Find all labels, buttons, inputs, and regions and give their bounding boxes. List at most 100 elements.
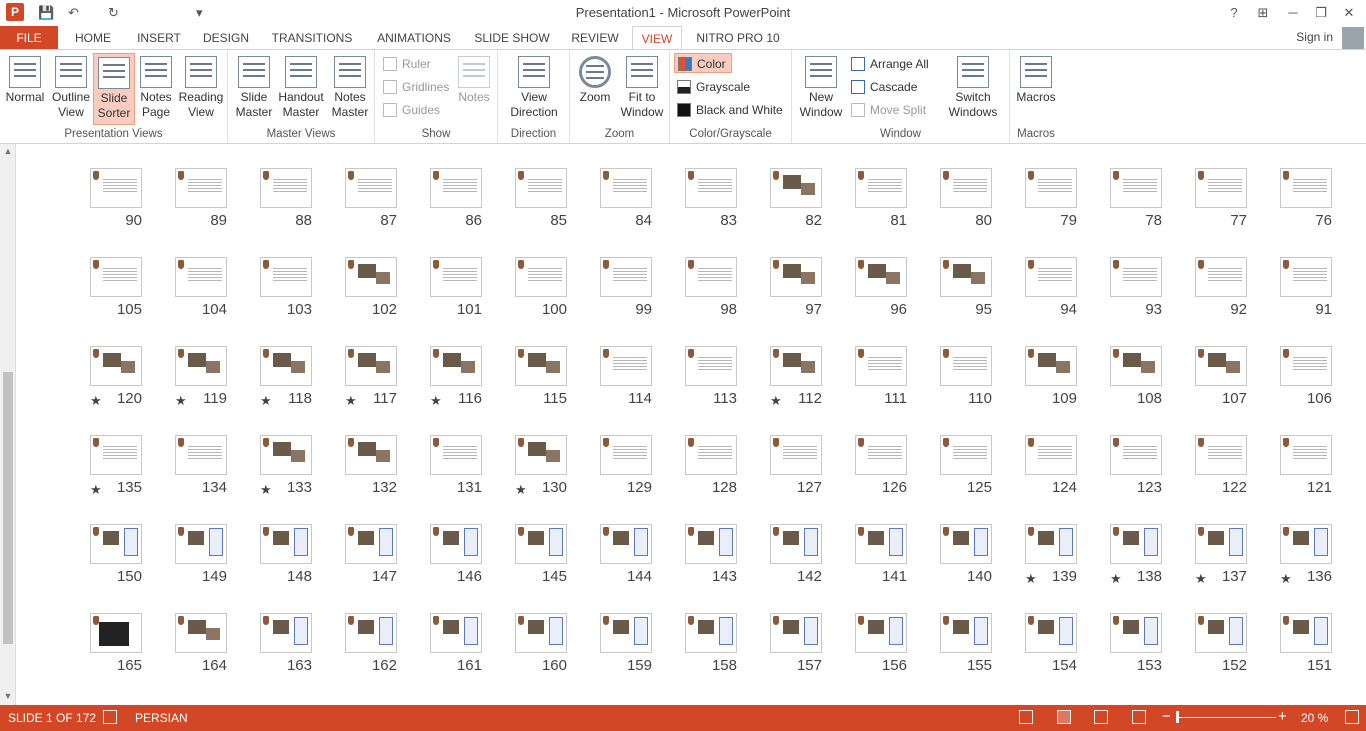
slide-thumbnail[interactable] [940,168,992,208]
slide-thumbnail[interactable] [260,524,312,564]
animation-star-icon[interactable]: ★ [515,482,527,498]
tab-design[interactable]: DESIGN [196,26,256,50]
customize-qat-icon[interactable]: ▾ [196,3,203,23]
slide-thumbnail[interactable] [940,524,992,564]
slide-thumbnail[interactable] [1110,168,1162,208]
slide-thumbnail[interactable] [940,257,992,297]
slide-thumbnail[interactable] [940,435,992,475]
slide-thumbnail[interactable] [1025,613,1077,653]
tab-insert[interactable]: INSERT [132,26,186,50]
sign-in-link[interactable]: Sign in [1296,30,1333,44]
animation-star-icon[interactable]: ★ [1195,571,1207,587]
slide-thumbnail[interactable] [260,613,312,653]
tab-file[interactable]: FILE [0,26,58,50]
tab-nitro[interactable]: NITRO PRO 10 [692,26,784,50]
slide-thumbnail[interactable] [430,168,482,208]
minimize-icon[interactable]: ─ [1280,2,1306,24]
slide-thumbnail[interactable] [1195,435,1247,475]
powerpoint-icon[interactable]: P [6,3,24,21]
fit-to-window-button[interactable]: Fit to Window [618,53,666,123]
slide-thumbnail[interactable] [1110,257,1162,297]
slide-thumbnail[interactable] [90,346,142,386]
slide-show-status-icon[interactable] [1132,710,1146,724]
reading-view-button[interactable]: Reading View [177,53,225,123]
slide-thumbnail[interactable] [1110,613,1162,653]
zoom-button[interactable]: Zoom [574,53,616,123]
slide-thumbnail[interactable] [940,613,992,653]
slide-sorter-status-icon[interactable] [1057,710,1071,724]
slide-thumbnail[interactable] [430,346,482,386]
animation-star-icon[interactable]: ★ [90,393,102,409]
tab-animations[interactable]: ANIMATIONS [368,26,460,50]
slide-thumbnail[interactable] [345,168,397,208]
gridlines-checkbox[interactable]: Gridlines [380,77,449,97]
animation-star-icon[interactable]: ★ [430,393,442,409]
slide-thumbnail[interactable] [345,257,397,297]
save-icon[interactable]: 💾 [38,3,54,23]
scroll-up-icon[interactable]: ▲ [3,146,13,158]
slide-thumbnail[interactable] [1280,346,1332,386]
animation-star-icon[interactable]: ★ [345,393,357,409]
avatar[interactable] [1342,27,1364,49]
animation-star-icon[interactable]: ★ [260,482,272,498]
slide-thumbnail[interactable] [175,257,227,297]
vertical-scrollbar[interactable]: ▲ ▼ [0,144,16,705]
slide-thumbnail[interactable] [685,435,737,475]
slide-thumbnail[interactable] [600,524,652,564]
slide-thumbnail[interactable] [1195,524,1247,564]
slide-thumbnail[interactable] [90,257,142,297]
animation-star-icon[interactable]: ★ [260,393,272,409]
arrange-all-button[interactable]: Arrange All [848,54,929,74]
black-and-white-button[interactable]: Black and White [674,100,783,120]
animation-star-icon[interactable]: ★ [1025,571,1037,587]
cascade-button[interactable]: Cascade [848,77,917,97]
reading-view-status-icon[interactable] [1094,710,1108,724]
macros-button[interactable]: Macros [1014,53,1058,123]
slide-thumbnail[interactable] [430,435,482,475]
slide-thumbnail[interactable] [770,346,822,386]
animation-star-icon[interactable]: ★ [1110,571,1122,587]
notes-button[interactable]: Notes [455,53,493,123]
notes-master-button[interactable]: Notes Master [328,53,372,123]
slide-thumbnail[interactable] [515,168,567,208]
slide-thumbnail[interactable] [90,168,142,208]
slide-thumbnail[interactable] [345,435,397,475]
slide-thumbnail[interactable] [175,435,227,475]
notes-edit-icon[interactable] [103,710,117,724]
slide-thumbnail[interactable] [1025,346,1077,386]
slide-thumbnail[interactable] [1280,613,1332,653]
slide-thumbnail[interactable] [1195,257,1247,297]
animation-star-icon[interactable]: ★ [1280,571,1292,587]
slide-thumbnail[interactable] [855,257,907,297]
tab-view[interactable]: VIEW [632,26,682,51]
slide-thumbnail[interactable] [515,257,567,297]
slide-thumbnail[interactable] [260,168,312,208]
slide-thumbnail[interactable] [600,257,652,297]
guides-checkbox[interactable]: Guides [380,100,440,120]
help-icon[interactable]: ? [1221,2,1247,24]
slide-thumbnail[interactable] [1025,257,1077,297]
slide-thumbnail[interactable] [1025,168,1077,208]
scrollbar-thumb[interactable] [3,372,13,644]
slide-thumbnail[interactable] [1280,524,1332,564]
slide-thumbnail[interactable] [515,524,567,564]
slide-thumbnail[interactable] [600,168,652,208]
slide-thumbnail[interactable] [855,346,907,386]
slide-thumbnail[interactable] [430,524,482,564]
animation-star-icon[interactable]: ★ [90,482,102,498]
slide-thumbnail[interactable] [260,435,312,475]
animation-star-icon[interactable]: ★ [175,393,187,409]
slide-thumbnail[interactable] [685,257,737,297]
switch-windows-button[interactable]: Switch Windows [940,53,1006,123]
slide-thumbnail[interactable] [175,613,227,653]
slide-thumbnail[interactable] [855,613,907,653]
slide-master-button[interactable]: Slide Master [233,53,275,123]
fit-slide-icon[interactable] [1345,710,1359,724]
move-split-button[interactable]: Move Split [848,100,926,120]
zoom-out-icon[interactable]: − [1162,708,1171,725]
slide-thumbnail[interactable] [685,168,737,208]
tab-review[interactable]: REVIEW [566,26,624,50]
handout-master-button[interactable]: Handout Master [276,53,326,123]
slide-thumbnail[interactable] [855,524,907,564]
slide-thumbnail[interactable] [600,613,652,653]
